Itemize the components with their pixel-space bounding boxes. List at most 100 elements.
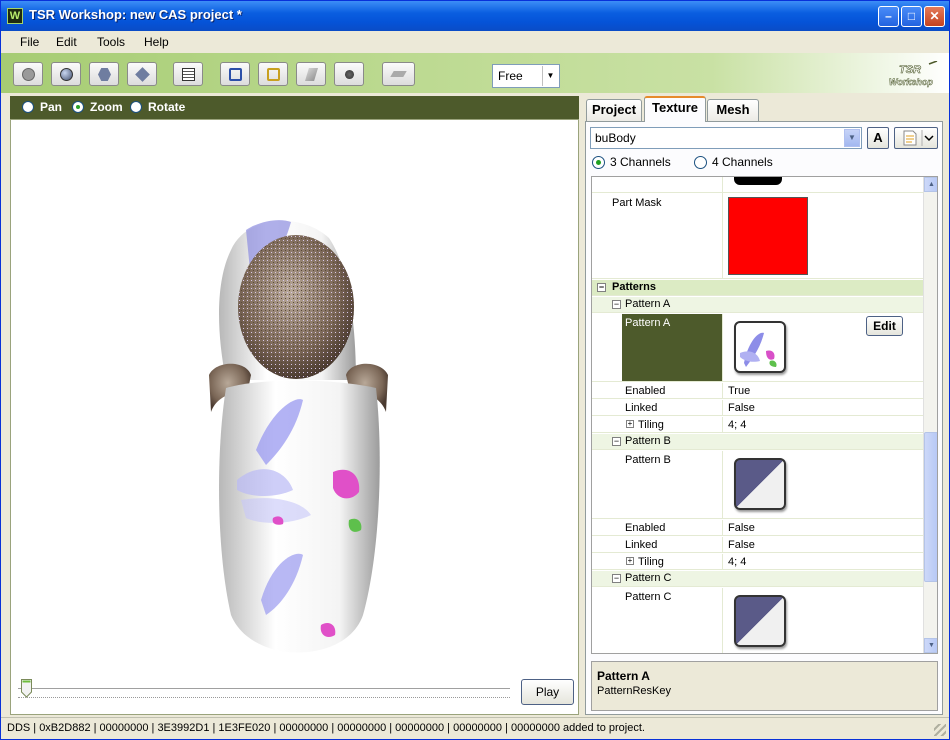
view-mode-select[interactable]: Free ▼ [492,64,560,88]
part-mask-label: Part Mask [612,197,662,209]
scroll-up-icon[interactable]: ▲ [924,177,937,192]
pattern-a-linked-row[interactable]: Linked False [592,400,923,416]
right-panel: Project Texture Mesh buBody ▼ A 3 Channe… [585,96,943,715]
texture-tab-panel: buBody ▼ A 3 Channels 4 Channels Part Ma… [585,121,943,715]
patterns-category[interactable]: − Patterns [592,280,923,296]
pattern-b-tiling-value[interactable]: 4; 4 [728,556,746,568]
pattern-b-swatch[interactable] [734,458,786,510]
pattern-c-swatch[interactable] [734,595,786,647]
play-button[interactable]: Play [521,679,574,705]
menu-file[interactable]: File [20,35,39,49]
sphere-smooth-icon [60,68,73,81]
tab-project[interactable]: Project [586,99,642,121]
four-channels-label: 4 Channels [712,155,773,169]
rotate-radio[interactable] [130,101,142,113]
menu-bar: File Edit Tools Help [1,31,949,53]
pattern-a-swatch[interactable] [734,321,786,373]
model-render [209,220,388,653]
shade-flat-button[interactable] [13,62,43,86]
grid-row [592,177,923,193]
grid-scrollbar[interactable]: ▲ ▼ [923,177,937,653]
ground-button[interactable] [382,62,415,86]
pan-label: Pan [40,100,63,114]
bones-yellow-button[interactable] [258,62,288,86]
expand-icon[interactable]: + [626,420,634,428]
pattern-a-header[interactable]: − Pattern A [592,297,923,313]
collapse-icon[interactable]: − [612,574,621,583]
hexagon-button[interactable] [89,62,119,86]
zoom-radio[interactable] [72,101,84,113]
3d-viewport[interactable] [10,119,579,715]
status-bar: DDS | 0xB2D882 | 00000000 | 3E3992D1 | 1… [1,717,949,739]
pattern-a-tiling-row[interactable]: + Tiling 4; 4 [592,417,923,433]
app-icon: W [7,8,23,24]
tsr-logo: TSR Workshop [889,61,938,87]
floor-button[interactable] [296,62,326,86]
diamond-button[interactable] [127,62,157,86]
wireframe-button[interactable] [173,62,203,86]
title-bar[interactable]: W TSR Workshop: new CAS project * – □ ✕ [1,1,949,31]
new-document-button[interactable] [894,127,938,149]
font-button[interactable]: A [867,127,889,149]
three-channels-radio[interactable] [592,156,605,169]
four-channels-radio[interactable] [694,156,707,169]
shade-smooth-button[interactable] [51,62,81,86]
minimize-button[interactable]: – [878,6,899,27]
pattern-b-enabled-row[interactable]: Enabled False [592,520,923,536]
light-icon [344,69,355,80]
timeline-thumb[interactable] [21,679,32,698]
expand-icon[interactable]: + [626,557,634,565]
light-button[interactable] [334,62,364,86]
pattern-a-linked-value[interactable]: False [728,402,755,414]
tab-mesh[interactable]: Mesh [707,99,759,121]
collapse-icon[interactable]: − [612,300,621,309]
pattern-c-name: Pattern C [625,591,672,603]
pattern-b-linked-value[interactable]: False [728,539,755,551]
scroll-thumb[interactable] [924,432,937,582]
maximize-button[interactable]: □ [901,6,922,27]
pattern-a-enabled-row[interactable]: Enabled True [592,383,923,399]
pattern-b-linked-label: Linked [625,539,658,551]
window-title: TSR Workshop: new CAS project * [29,7,242,22]
part-mask-swatch[interactable] [728,197,808,275]
scroll-down-icon[interactable]: ▼ [924,638,937,653]
resize-grip-icon[interactable] [934,724,946,736]
logo-line1: TSR [899,64,921,76]
property-grid: Part Mask − Patterns − Pattern A Pattern… [591,176,938,654]
part-mask-row[interactable]: Part Mask [592,193,923,279]
collapse-icon[interactable]: − [597,283,606,292]
timeline-slider[interactable] [18,688,510,692]
menu-edit[interactable]: Edit [56,35,77,49]
pattern-c-row[interactable]: Pattern C [592,588,923,653]
edit-pattern-button[interactable]: Edit [866,316,903,336]
pattern-c-header[interactable]: − Pattern C [592,571,923,587]
close-button[interactable]: ✕ [924,6,945,27]
bones-blue-button[interactable] [220,62,250,86]
tab-texture[interactable]: Texture [644,96,706,122]
pattern-a-name: Pattern A [625,317,671,329]
pattern-b-enabled-value[interactable]: False [728,522,755,534]
pattern-b-tiling-row[interactable]: + Tiling 4; 4 [592,554,923,570]
part-select[interactable]: buBody ▼ [590,127,862,149]
app-window: W TSR Workshop: new CAS project * – □ ✕ … [0,0,950,740]
bones-icon [229,68,242,81]
toolbar [1,53,949,93]
three-channels-label: 3 Channels [610,155,671,169]
pattern-a-tiling-value[interactable]: 4; 4 [728,419,746,431]
view-mode-value: Free [498,69,523,83]
chevron-down-icon: ▼ [844,129,860,147]
pattern-b-header[interactable]: − Pattern B [592,434,923,450]
pattern-b-row[interactable]: Pattern B [592,451,923,519]
rotate-label: Rotate [148,100,186,114]
menu-tools[interactable]: Tools [97,35,125,49]
pattern-a-tiling-label: Tiling [638,419,664,431]
menu-help[interactable]: Help [144,35,169,49]
description-text: PatternResKey [597,685,671,697]
zoom-label: Zoom [90,100,123,114]
pattern-b-linked-row[interactable]: Linked False [592,537,923,553]
collapse-icon[interactable]: − [612,437,621,446]
pan-radio[interactable] [22,101,34,113]
pattern-a-enabled-value[interactable]: True [728,385,750,397]
logo-line2: Workshop [889,77,933,87]
swatch-top-cropped [734,177,782,185]
